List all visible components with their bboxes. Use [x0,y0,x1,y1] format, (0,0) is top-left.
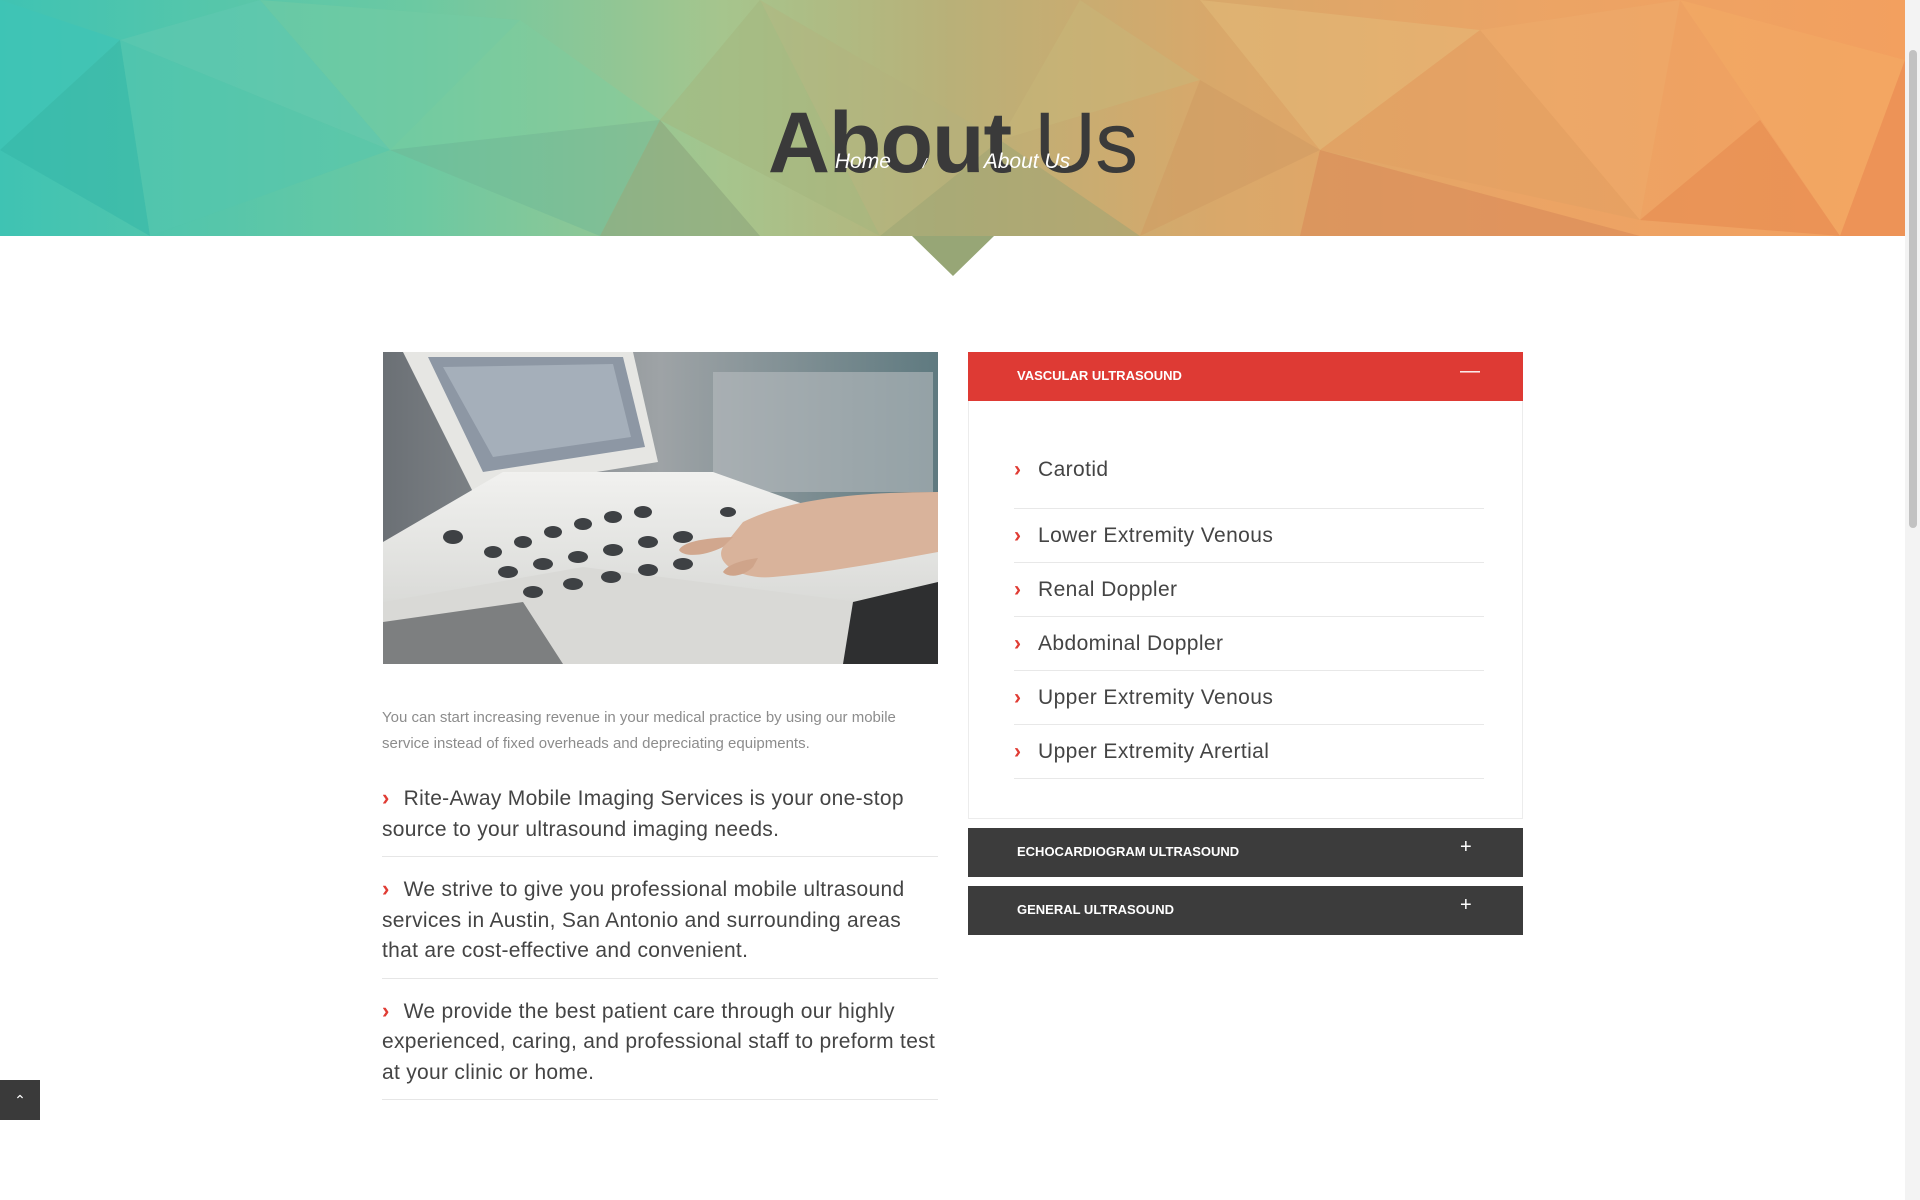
collapse-icon[interactable]: — [1460,360,1480,383]
list-item: › Upper Extremity Venous [1014,671,1484,725]
list-item: › We provide the best patient care throug… [382,993,938,1100]
feature-text: We provide the best patient care through… [382,999,936,1084]
chevron-right-icon: › [1014,524,1022,547]
chevron-right-icon: › [1014,578,1022,601]
chevron-right-icon: › [1014,740,1022,763]
chevron-right-icon: › [1014,458,1022,481]
ultrasound-machine-photo [383,352,938,664]
page-title: About Us [0,88,1905,198]
accordion-title: ECHOCARDIOGRAM ULTRASOUND [1017,844,1240,859]
accordion-header-echocardiogram[interactable]: ECHOCARDIOGRAM ULTRASOUND + [968,828,1523,877]
service-name: Upper Extremity Venous [1038,686,1274,709]
feature-list: › Rite-Away Mobile Imaging Services is yo… [382,780,938,1114]
list-item: › Upper Extremity Arertial [1014,725,1484,779]
accordion-title: GENERAL ULTRASOUND [1017,902,1174,917]
service-name: Lower Extremity Venous [1038,524,1274,547]
feature-text: We strive to give you professional mobil… [382,878,905,962]
accordion-header-vascular[interactable]: VASCULAR ULTRASOUND — [968,352,1523,401]
list-item: › Lower Extremity Venous [1014,509,1484,563]
list-item: › Renal Doppler [1014,563,1484,617]
intro-paragraph: You can start increasing revenue in your… [382,709,896,752]
page-header-banner: About Us Home / About Us [0,0,1905,236]
service-name: Renal Doppler [1038,578,1178,601]
list-item: › We strive to give you professional mobi… [382,871,938,979]
vascular-service-list: › Carotid › Lower Extremity Venous › Renal … [1014,455,1484,779]
list-item: › Abdominal Doppler [1014,617,1484,671]
breadcrumb: Home / About Us [0,148,1905,177]
list-item: › Carotid [1014,455,1484,509]
chevron-right-icon: › [382,876,390,901]
breadcrumb-separator: / [922,155,927,171]
service-name: Abdominal Doppler [1038,632,1224,655]
back-to-top-button[interactable]: ⌃ [0,1080,40,1120]
accordion-panel-vascular: › Carotid › Lower Extremity Venous › Renal … [968,401,1523,819]
chevron-right-icon: › [382,997,390,1023]
scrollbar-thumb[interactable] [1909,50,1917,528]
page-scrollbar[interactable] [1905,0,1920,1200]
expand-icon[interactable]: + [1460,836,1472,859]
chevron-up-icon: ⌃ [14,1092,26,1108]
breadcrumb-current: About Us [983,150,1071,173]
header-pointer [912,236,994,276]
expand-icon[interactable]: + [1460,894,1472,917]
service-name: Carotid [1038,458,1109,481]
feature-text: Rite-Away Mobile Imaging Services is you… [382,787,904,841]
breadcrumb-home-link[interactable]: Home [835,150,891,173]
chevron-right-icon: › [1014,686,1022,709]
list-item: › Rite-Away Mobile Imaging Services is yo… [382,780,938,857]
chevron-right-icon: › [382,785,390,810]
accordion-header-general[interactable]: GENERAL ULTRASOUND + [968,886,1523,935]
accordion-title: VASCULAR ULTRASOUND [1017,368,1182,383]
service-name: Upper Extremity Arertial [1038,740,1270,763]
chevron-right-icon: › [1014,632,1022,655]
